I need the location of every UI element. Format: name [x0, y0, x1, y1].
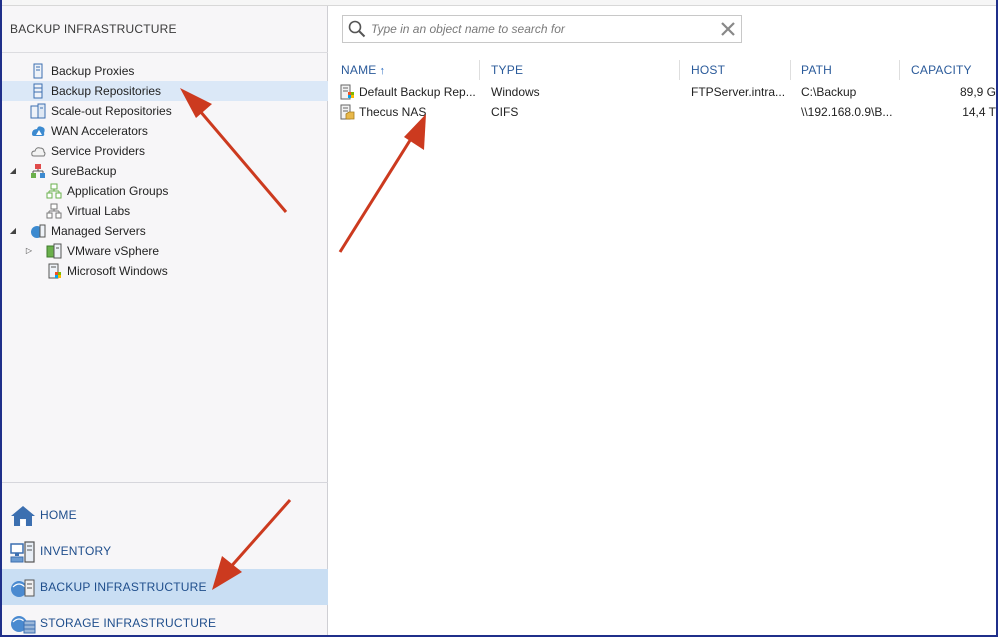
virtual-lab-icon [46, 203, 62, 219]
windows-server-icon [48, 263, 61, 279]
cell-type: Windows [491, 85, 540, 99]
sidebar-item-vmware-vsphere[interactable]: ▷ VMware vSphere [2, 241, 328, 261]
search-box[interactable] [342, 15, 742, 43]
search-icon [348, 20, 366, 38]
column-separator[interactable] [479, 60, 480, 80]
repositories-grid: NAME ↑ TYPE HOST PATH CAPACITY Default Ba… [329, 58, 996, 122]
home-icon [11, 506, 35, 526]
expand-toggle-icon[interactable]: ▷ [24, 241, 34, 261]
sidebar-item-label: Application Groups [67, 184, 169, 198]
column-header-path[interactable]: PATH [801, 63, 832, 77]
windows-repository-icon [340, 84, 354, 100]
managed-servers-icon [31, 224, 46, 238]
table-row[interactable]: Thecus NAS CIFS \\192.168.0.9\B... 14,4 … [329, 102, 996, 122]
ribbon-item-cut-off: — — [362, 0, 387, 5]
surebackup-icon [31, 164, 45, 178]
sidebar-item-microsoft-windows[interactable]: Microsoft Windows [2, 261, 328, 281]
cell-name: Default Backup Rep... [359, 85, 476, 99]
cell-type: CIFS [491, 105, 519, 119]
divider [2, 52, 328, 53]
sidebar-item-label: Virtual Labs [67, 204, 131, 218]
nav-backup-infrastructure[interactable]: BACKUP INFRASTRUCTURE [2, 569, 328, 605]
cell-path: C:\Backup [801, 85, 857, 99]
server-icon [33, 63, 43, 79]
column-separator[interactable] [679, 60, 680, 80]
clear-search-icon[interactable] [720, 21, 736, 37]
nav-label: BACKUP INFRASTRUCTURE [40, 580, 207, 594]
backup-infrastructure-icon [11, 579, 35, 597]
cloud-icon [31, 147, 46, 157]
sidebar-item-label: Managed Servers [51, 224, 146, 238]
sidebar-item-service-providers[interactable]: Service Providers [2, 141, 328, 161]
bottom-navigation: HOME INVENTORY BACKUP INFRASTRUCTURE STO… [2, 482, 328, 635]
column-header-name[interactable]: NAME ↑ [341, 63, 385, 77]
grid-header: NAME ↑ TYPE HOST PATH CAPACITY [329, 58, 996, 82]
sidebar-item-label: Microsoft Windows [67, 264, 168, 278]
column-header-capacity[interactable]: CAPACITY [911, 63, 972, 77]
sidebar-item-label: SureBackup [51, 164, 117, 178]
table-row[interactable]: Default Backup Rep... Windows FTPServer.… [329, 82, 996, 102]
inventory-icon [10, 541, 35, 563]
nav-home[interactable]: HOME [2, 497, 328, 533]
content-pane: NAME↑ TYPE HOST PATH CAPACITY Default Ba… [329, 6, 996, 635]
nav-label: INVENTORY [40, 544, 112, 558]
nav-label: STORAGE INFRASTRUCTURE [40, 616, 217, 630]
pane-title: BACKUP INFRASTRUCTURE [10, 22, 177, 36]
column-header-host[interactable]: HOST [691, 63, 725, 77]
cell-name: Thecus NAS [359, 105, 427, 119]
ribbon-item-cut-off: — — — — — — — [52, 0, 147, 5]
sidebar-item-label: Scale-out Repositories [51, 104, 172, 118]
scaleout-repository-icon [30, 103, 46, 119]
nav-inventory[interactable]: INVENTORY [2, 533, 328, 569]
cifs-share-icon [340, 104, 355, 120]
column-separator[interactable] [790, 60, 791, 80]
cell-capacity: 89,9 G [959, 85, 996, 99]
cell-path: \\192.168.0.9\B... [801, 105, 893, 119]
sidebar-item-application-groups[interactable]: Application Groups [2, 181, 328, 201]
column-header-type[interactable]: TYPE [491, 63, 523, 77]
repository-icon [33, 83, 43, 99]
nav-storage-infrastructure[interactable]: STORAGE INFRASTRUCTURE [2, 605, 328, 637]
expand-toggle-icon[interactable]: ◢ [8, 221, 18, 241]
sidebar-item-label: Backup Proxies [51, 64, 135, 78]
sidebar-item-wan-accelerators[interactable]: WAN Accelerators [2, 121, 328, 141]
sidebar-item-label: Service Providers [51, 144, 146, 158]
nav-label: HOME [40, 508, 77, 522]
sidebar-item-virtual-labs[interactable]: Virtual Labs [2, 201, 328, 221]
expand-toggle-icon[interactable]: ◢ [8, 161, 18, 181]
column-header-label: NAME [341, 63, 377, 77]
application-group-icon [46, 183, 62, 199]
storage-infrastructure-icon [11, 616, 36, 634]
column-separator[interactable] [899, 60, 900, 80]
navigation-pane: BACKUP INFRASTRUCTURE Backup Proxies Back… [2, 6, 328, 635]
search-input[interactable] [371, 20, 711, 38]
cell-capacity: 14,4 T [962, 105, 996, 119]
ribbon-item-cut-off: — — — — — — — [212, 0, 307, 5]
sidebar-item-scale-out-repositories[interactable]: Scale-out Repositories [2, 101, 328, 121]
sidebar-item-managed-servers[interactable]: ◢ Managed Servers [2, 221, 328, 241]
sidebar-item-label: Backup Repositories [51, 84, 162, 98]
sidebar-item-backup-proxies[interactable]: Backup Proxies [2, 61, 328, 81]
sidebar-item-label: WAN Accelerators [51, 124, 148, 138]
vmware-icon [46, 243, 62, 259]
cell-host: FTPServer.intra... [691, 85, 786, 99]
infrastructure-tree: Backup Proxies Backup Repositories Scale-o… [2, 61, 328, 281]
sidebar-item-label: VMware vSphere [67, 244, 160, 258]
sort-ascending-icon: ↑ [379, 65, 386, 77]
sidebar-item-backup-repositories[interactable]: Backup Repositories [2, 81, 328, 101]
sidebar-item-surebackup[interactable]: ◢ SureBackup [2, 161, 328, 181]
wan-accelerator-icon [32, 126, 45, 136]
